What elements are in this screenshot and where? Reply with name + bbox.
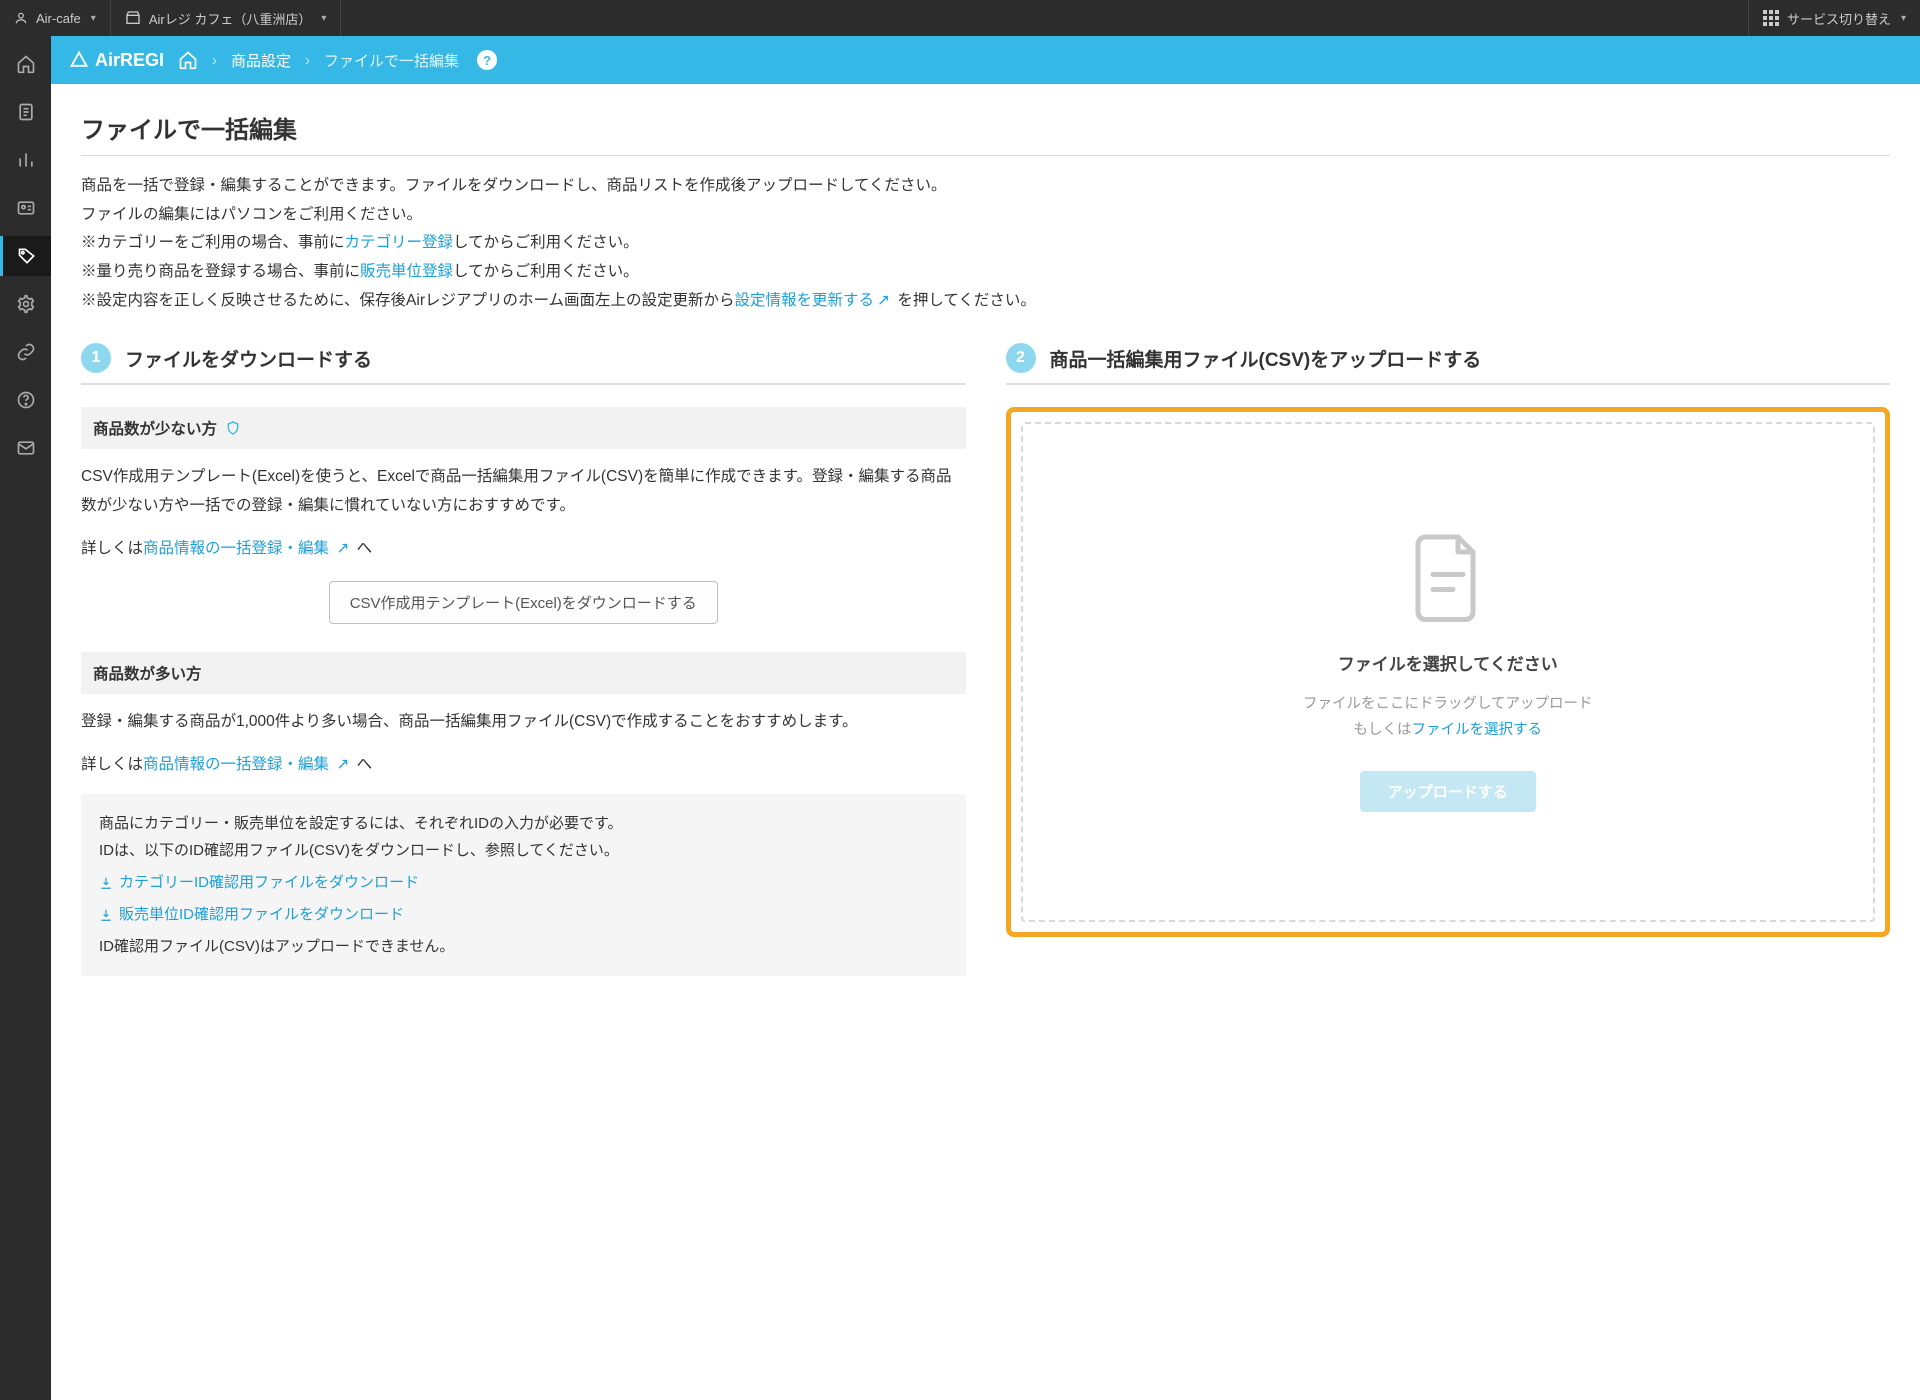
sidebar-item-settings[interactable] <box>0 284 51 324</box>
help-circle-icon <box>16 390 36 410</box>
id-info-box: 商品にカテゴリー・販売単位を設定するには、それぞれIDの入力が必要です。 IDは… <box>81 794 966 977</box>
step2-column: 2 商品一括編集用ファイル(CSV)をアップロードする ファイルを選択してくださ… <box>1006 343 1891 976</box>
upload-highlight-frame: ファイルを選択してください ファイルをここにドラッグしてアップロード もしくはフ… <box>1006 407 1891 937</box>
link-update-settings[interactable]: 設定情報を更新する↗ <box>735 292 894 309</box>
divider <box>81 383 966 385</box>
download-category-id-link[interactable]: カテゴリーID確認用ファイルをダウンロード <box>99 869 948 897</box>
download-template-button[interactable]: CSV作成用テンプレート(Excel)をダウンロードする <box>329 581 718 624</box>
clipboard-icon <box>16 102 36 122</box>
sidebar-item-id[interactable] <box>0 188 51 228</box>
details-line: 詳しくは商品情報の一括登録・編集 ↗ へ <box>81 751 966 780</box>
brand-logo[interactable]: AirREGI <box>69 50 164 71</box>
chevron-down-icon: ▾ <box>321 13 326 24</box>
external-link-icon: ↗ <box>336 535 349 564</box>
tag-icon <box>17 246 37 266</box>
user-icon <box>14 11 28 25</box>
info-line: ID確認用ファイル(CSV)はアップロードできません。 <box>99 933 948 961</box>
breadcrumb-current: ファイルで一括編集 <box>324 50 459 71</box>
dropzone-subtitle: ファイルをここにドラッグしてアップロード もしくはファイルを選択する <box>1303 691 1593 743</box>
sidebar-item-products[interactable] <box>0 236 51 276</box>
subhead-many-products: 商品数が多い方 <box>81 652 966 694</box>
store-label: Airレジ カフェ（八重洲店） <box>149 9 312 28</box>
external-link-icon: ↗ <box>877 287 890 316</box>
chevron-down-icon: ▾ <box>91 13 96 24</box>
breadcrumb-separator: › <box>305 52 310 69</box>
sidebar-item-help[interactable] <box>0 380 51 420</box>
mail-icon <box>16 438 36 458</box>
few-description: CSV作成用テンプレート(Excel)を使うと、Excelで商品一括編集用ファイ… <box>81 463 966 520</box>
intro-block: 商品を一括で登録・編集することができます。ファイルをダウンロードし、商品リストを… <box>81 172 1890 315</box>
download-unit-id-link[interactable]: 販売単位ID確認用ファイルをダウンロード <box>99 901 948 929</box>
link-product-bulk-help[interactable]: 商品情報の一括登録・編集 ↗ <box>143 540 352 557</box>
subhead-few-products: 商品数が少ない方 <box>81 407 966 449</box>
gear-icon <box>16 294 36 314</box>
divider <box>1006 383 1891 385</box>
intro-line: 商品を一括で登録・編集することができます。ファイルをダウンロードし、商品リストを… <box>81 172 1890 201</box>
breadcrumb-separator: › <box>212 52 217 69</box>
sidebar-item-mail[interactable] <box>0 428 51 468</box>
breadcrumb-products[interactable]: 商品設定 <box>231 50 291 71</box>
link-category-register[interactable]: カテゴリー登録 <box>345 234 454 251</box>
step-number-1: 1 <box>81 343 111 373</box>
document-icon <box>1408 532 1488 622</box>
logo-icon <box>69 50 89 70</box>
chevron-down-icon: ▾ <box>1901 13 1906 24</box>
brand-text: AirREGI <box>95 50 164 71</box>
account-label: Air-cafe <box>36 11 81 26</box>
step1-column: 1 ファイルをダウンロードする 商品数が少ない方 CSV作成用テンプレート(Ex… <box>81 343 966 976</box>
download-icon <box>99 908 113 922</box>
external-link-icon: ↗ <box>336 751 349 780</box>
service-switch-label: サービス切り替え <box>1787 9 1891 28</box>
intro-line: ※カテゴリーをご利用の場合、事前にカテゴリー登録してからご利用ください。 <box>81 229 1890 258</box>
details-line: 詳しくは商品情報の一括登録・編集 ↗ へ <box>81 535 966 564</box>
help-badge[interactable]: ? <box>477 50 497 70</box>
home-icon <box>16 54 36 74</box>
shield-icon <box>225 420 241 436</box>
breadcrumb-bar: AirREGI › 商品設定 › ファイルで一括編集 ? <box>51 36 1920 84</box>
step1-title: ファイルをダウンロードする <box>125 345 372 372</box>
divider <box>81 155 1890 156</box>
account-selector[interactable]: Air-cafe ▾ <box>0 0 111 36</box>
file-select-link[interactable]: ファイルを選択する <box>1411 722 1542 738</box>
step-number-2: 2 <box>1006 343 1036 373</box>
sidebar-item-link[interactable] <box>0 332 51 372</box>
many-description: 登録・編集する商品が1,000件より多い場合、商品一括編集用ファイル(CSV)で… <box>81 708 966 737</box>
info-line: 商品にカテゴリー・販売単位を設定するには、それぞれIDの入力が必要です。 <box>99 810 948 838</box>
link-product-bulk-help[interactable]: 商品情報の一括登録・編集 ↗ <box>143 756 352 773</box>
link-icon <box>16 342 36 362</box>
step2-title: 商品一括編集用ファイル(CSV)をアップロードする <box>1050 345 1482 372</box>
upload-button[interactable]: アップロードする <box>1360 771 1536 812</box>
service-switcher[interactable]: サービス切り替え ▾ <box>1748 0 1920 36</box>
sidebar-item-analytics[interactable] <box>0 140 51 180</box>
home-icon[interactable] <box>178 50 198 70</box>
id-card-icon <box>16 198 36 218</box>
intro-line: ※量り売り商品を登録する場合、事前に販売単位登録してからご利用ください。 <box>81 258 1890 287</box>
link-unit-register[interactable]: 販売単位登録 <box>360 263 453 280</box>
store-selector[interactable]: Airレジ カフェ（八重洲店） ▾ <box>111 0 342 36</box>
file-dropzone[interactable]: ファイルを選択してください ファイルをここにドラッグしてアップロード もしくはフ… <box>1021 422 1876 922</box>
page-title: ファイルで一括編集 <box>81 110 1890 145</box>
download-icon <box>99 876 113 890</box>
intro-line: ※設定内容を正しく反映させるために、保存後Airレジアプリのホーム画面左上の設定… <box>81 287 1890 316</box>
sidebar-item-home[interactable] <box>0 44 51 84</box>
sidebar <box>0 36 51 1400</box>
sidebar-item-orders[interactable] <box>0 92 51 132</box>
store-icon <box>125 10 141 26</box>
dropzone-title: ファイルを選択してください <box>1338 650 1558 675</box>
bar-chart-icon <box>16 150 36 170</box>
topbar: Air-cafe ▾ Airレジ カフェ（八重洲店） ▾ サービス切り替え ▾ <box>0 0 1920 36</box>
intro-line: ファイルの編集にはパソコンをご利用ください。 <box>81 201 1890 230</box>
apps-grid-icon <box>1763 10 1779 26</box>
info-line: IDは、以下のID確認用ファイル(CSV)をダウンロードし、参照してください。 <box>99 837 948 865</box>
